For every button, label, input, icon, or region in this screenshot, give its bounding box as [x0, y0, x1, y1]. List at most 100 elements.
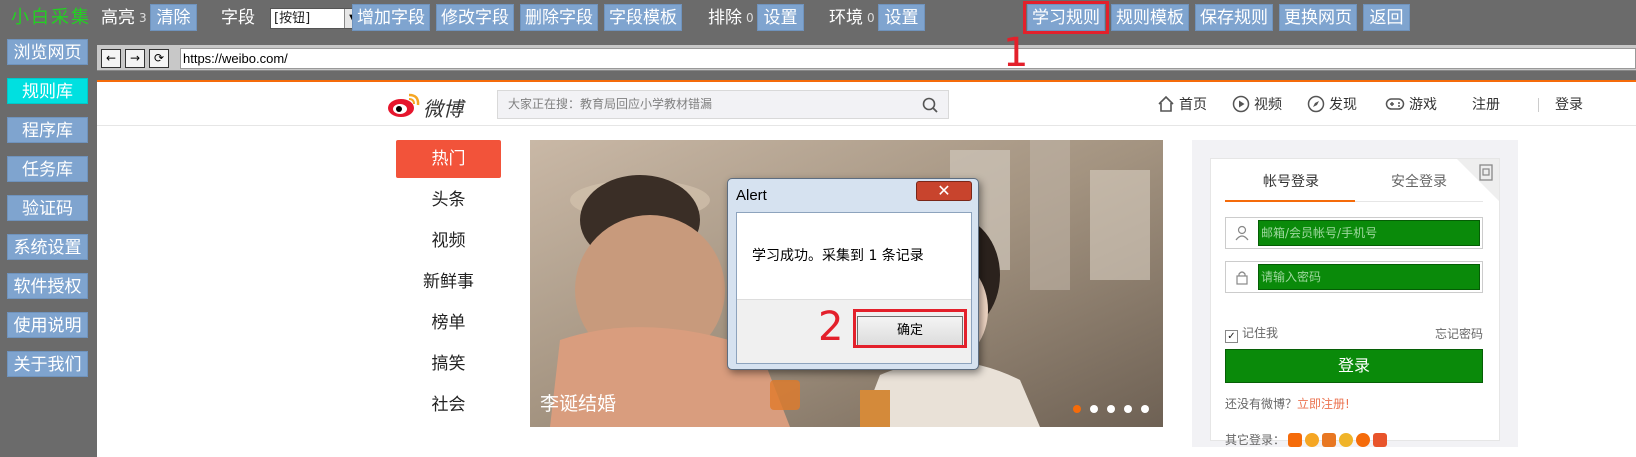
sidebar-item-about[interactable]: 关于我们 [7, 351, 88, 377]
video-icon [1232, 95, 1250, 113]
user-icon [1235, 225, 1249, 241]
exclude-count: 0 [746, 11, 754, 25]
nav-refresh-button[interactable]: ⟳ [149, 49, 169, 68]
back-button[interactable]: 返回 [1363, 4, 1410, 31]
env-count: 0 [867, 11, 875, 25]
field-select-value: [按钮] [274, 11, 311, 26]
add-field-button[interactable]: 增加字段 [352, 4, 430, 31]
alert-message: 学习成功。采集到 1 条记录 [752, 248, 924, 264]
compass-icon [1307, 95, 1325, 113]
carousel-dot[interactable] [1141, 405, 1149, 413]
field-template-button[interactable]: 字段模板 [604, 4, 682, 31]
sidebar-item-tasks[interactable]: 任务库 [7, 156, 88, 182]
env-settings-button[interactable]: 设置 [878, 4, 925, 31]
unicom-icon[interactable] [1373, 433, 1388, 447]
carousel-dot[interactable] [1124, 405, 1132, 413]
browser-nav-bar: ← → ⟳ https://weibo.com/ [97, 45, 1636, 71]
gamepad-icon [1385, 98, 1405, 110]
weibo-register-link[interactable]: 注册 [1472, 95, 1500, 115]
clear-button[interactable]: 清除 [150, 4, 197, 31]
tab-secure-login[interactable]: 安全登录 [1391, 171, 1447, 193]
field-select[interactable]: [按钮] ▼ [270, 8, 362, 29]
remember-me[interactable]: ✓ 记住我 [1225, 325, 1278, 343]
other-login: 其它登录： [1225, 431, 1388, 448]
sidebar-item-rules[interactable]: 规则库 [7, 78, 88, 104]
weibo-search-placeholder: 大家正在搜：教育局回应小学教材错漏 [508, 97, 713, 111]
sidebar-item-license[interactable]: 软件授权 [7, 273, 88, 299]
sidebar: 浏览网页 规则库 程序库 任务库 验证码 系统设置 软件授权 使用说明 关于我们 [0, 37, 97, 457]
highlight-box-learn-rules [1023, 1, 1109, 34]
qq-icon[interactable] [1305, 433, 1320, 447]
remember-label: 记住我 [1242, 326, 1279, 340]
save-rules-button[interactable]: 保存规则 [1195, 4, 1273, 31]
category-item-ranking[interactable]: 榜单 [396, 304, 501, 342]
env-label: 环境 [829, 8, 863, 28]
exclude-label: 排除 [708, 8, 742, 28]
tab-account-login[interactable]: 帐号登录 [1263, 171, 1319, 193]
carousel-dot[interactable] [1073, 405, 1081, 413]
category-item-society[interactable]: 社会 [396, 386, 501, 424]
field-label: 字段 [221, 8, 255, 28]
delete-field-button[interactable]: 删除字段 [520, 4, 598, 31]
remember-checkbox[interactable]: ✓ [1225, 330, 1238, 343]
rule-templates-button[interactable]: 规则模板 [1111, 4, 1189, 31]
password-field[interactable]: 请输入密码 [1225, 261, 1483, 293]
qr-switch-icon[interactable] [1478, 164, 1494, 182]
forgot-password-link[interactable]: 忘记密码 [1435, 325, 1483, 342]
weibo-nav-home-label: 首页 [1179, 97, 1207, 113]
highlight-count: 3 [139, 11, 147, 25]
alert-title: Alert [736, 187, 767, 204]
annotation-step-1: 1 [1003, 30, 1029, 76]
nav-back-button[interactable]: ← [101, 49, 121, 68]
weibo-nav-home[interactable]: 首页 [1157, 95, 1207, 115]
carousel-dots [1064, 401, 1149, 417]
weibo-nav-discover-label: 发现 [1329, 97, 1357, 113]
nav-forward-button[interactable]: → [125, 49, 145, 68]
app-logo: 小白采集 [11, 7, 91, 28]
search-icon[interactable] [922, 97, 938, 113]
taobao-icon[interactable] [1288, 433, 1303, 447]
carousel-caption: 李诞结婚 [540, 393, 617, 415]
sidebar-item-programs[interactable]: 程序库 [7, 117, 88, 143]
tab-active-underline [1225, 200, 1355, 202]
change-page-button[interactable]: 更换网页 [1279, 4, 1357, 31]
category-item-video[interactable]: 视频 [396, 222, 501, 260]
category-item-hot[interactable]: 热门 [396, 140, 501, 178]
category-item-headline[interactable]: 头条 [396, 181, 501, 219]
url-input[interactable]: https://weibo.com/ [180, 48, 1636, 69]
login-button[interactable]: 登录 [1225, 349, 1483, 383]
exclude-settings-button[interactable]: 设置 [757, 4, 804, 31]
sidebar-item-manual[interactable]: 使用说明 [7, 312, 88, 338]
tianyi-icon[interactable] [1356, 433, 1371, 447]
category-item-fresh[interactable]: 新鲜事 [396, 263, 501, 301]
highlight-label: 高亮 [101, 8, 135, 28]
sidebar-item-captcha[interactable]: 验证码 [7, 195, 88, 221]
username-input[interactable]: 邮箱/会员帐号/手机号 [1258, 220, 1480, 246]
login-card: 帐号登录 安全登录 邮箱/会员帐号/手机号 请输入密码 ✓ 记住我 忘记密码 登录… [1210, 158, 1500, 447]
weibo-nav-discover[interactable]: 发现 [1307, 95, 1357, 115]
sidebar-item-browse[interactable]: 浏览网页 [7, 39, 88, 65]
sidebar-item-settings[interactable]: 系统设置 [7, 234, 88, 260]
category-item-funny[interactable]: 搞笑 [396, 345, 501, 383]
weibo-eye-icon [388, 93, 420, 117]
weibo-login-link[interactable]: 登录 [1555, 95, 1583, 115]
weibo-nav-game-label: 游戏 [1409, 97, 1437, 113]
no-account-label: 还没有微博？ [1225, 397, 1298, 411]
weibo-nav-game[interactable]: 游戏 [1385, 95, 1437, 115]
username-field[interactable]: 邮箱/会员帐号/手机号 [1225, 217, 1483, 249]
weibo-nav-video[interactable]: 视频 [1232, 95, 1282, 115]
register-now-link[interactable]: 立即注册! [1297, 397, 1350, 411]
alipay-icon[interactable] [1322, 433, 1337, 447]
lock-icon [1236, 271, 1248, 285]
highlight-box-ok [853, 309, 967, 348]
weibo-logo[interactable]: 微博 [387, 92, 497, 121]
360-icon[interactable] [1339, 433, 1354, 447]
nav-divider [1538, 98, 1539, 112]
weibo-search-input[interactable]: 大家正在搜：教育局回应小学教材错漏 [497, 90, 949, 119]
close-icon[interactable]: ✕ [916, 181, 972, 201]
carousel-dot[interactable] [1090, 405, 1098, 413]
login-panel: 帐号登录 安全登录 邮箱/会员帐号/手机号 请输入密码 ✓ 记住我 忘记密码 登录… [1192, 140, 1518, 447]
edit-field-button[interactable]: 修改字段 [436, 4, 514, 31]
carousel-dot[interactable] [1107, 405, 1115, 413]
password-input[interactable]: 请输入密码 [1258, 264, 1480, 290]
